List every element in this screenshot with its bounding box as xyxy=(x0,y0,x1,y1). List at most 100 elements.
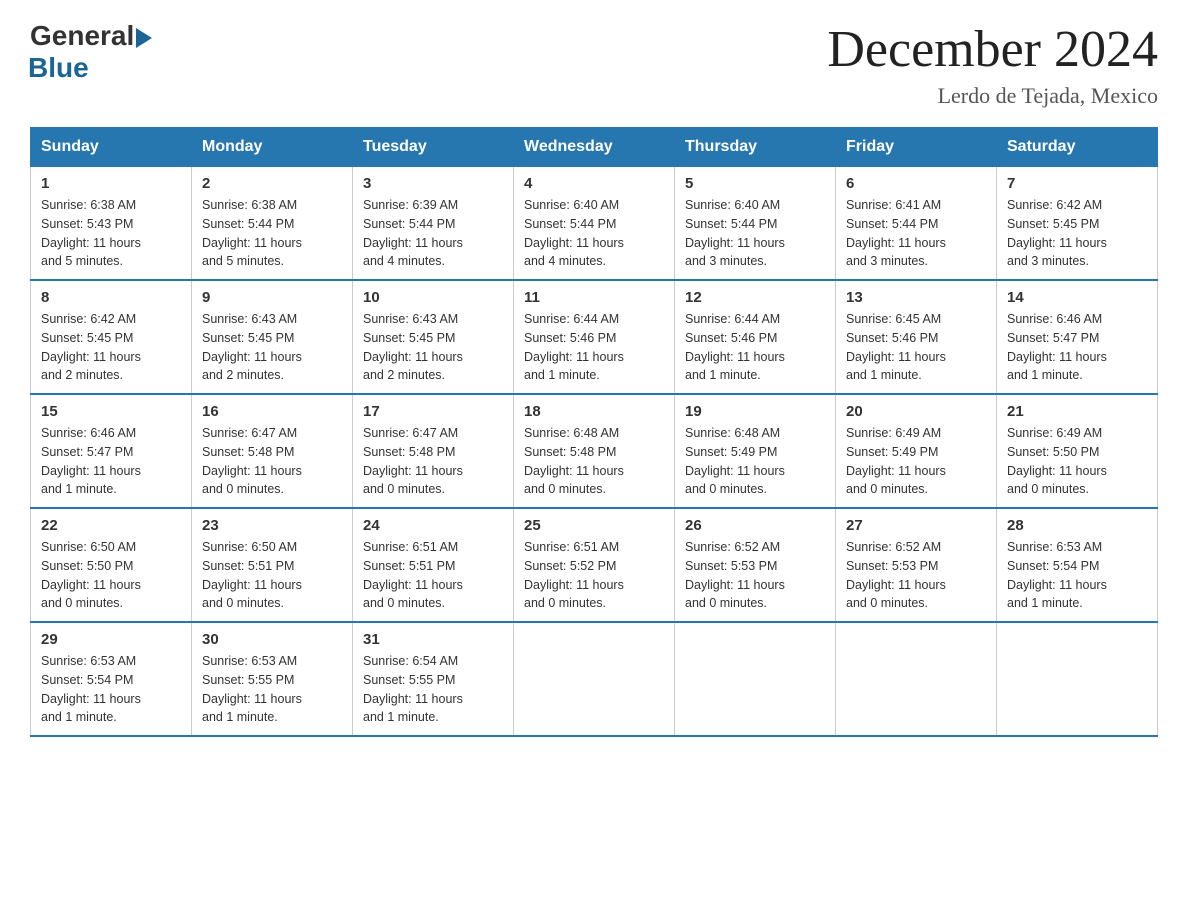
calendar-title: December 2024 xyxy=(827,20,1158,79)
day-cell: 21 Sunrise: 6:49 AMSunset: 5:50 PMDaylig… xyxy=(997,394,1158,508)
week-row-5: 29 Sunrise: 6:53 AMSunset: 5:54 PMDaylig… xyxy=(31,622,1158,736)
day-number: 10 xyxy=(363,289,503,306)
day-cell: 5 Sunrise: 6:40 AMSunset: 5:44 PMDayligh… xyxy=(675,167,836,281)
day-cell: 12 Sunrise: 6:44 AMSunset: 5:46 PMDaylig… xyxy=(675,280,836,394)
column-header-friday: Friday xyxy=(836,128,997,167)
page-header: General Blue December 2024 Lerdo de Teja… xyxy=(30,20,1158,109)
day-cell: 7 Sunrise: 6:42 AMSunset: 5:45 PMDayligh… xyxy=(997,167,1158,281)
day-number: 31 xyxy=(363,631,503,648)
day-cell: 11 Sunrise: 6:44 AMSunset: 5:46 PMDaylig… xyxy=(514,280,675,394)
day-cell: 9 Sunrise: 6:43 AMSunset: 5:45 PMDayligh… xyxy=(192,280,353,394)
day-info: Sunrise: 6:38 AMSunset: 5:44 PMDaylight:… xyxy=(202,196,342,271)
day-number: 9 xyxy=(202,289,342,306)
day-cell xyxy=(836,622,997,736)
day-info: Sunrise: 6:48 AMSunset: 5:48 PMDaylight:… xyxy=(524,424,664,499)
day-cell: 30 Sunrise: 6:53 AMSunset: 5:55 PMDaylig… xyxy=(192,622,353,736)
week-row-2: 8 Sunrise: 6:42 AMSunset: 5:45 PMDayligh… xyxy=(31,280,1158,394)
logo-blue-text: Blue xyxy=(28,52,89,84)
day-info: Sunrise: 6:42 AMSunset: 5:45 PMDaylight:… xyxy=(1007,196,1147,271)
day-number: 2 xyxy=(202,175,342,192)
day-number: 6 xyxy=(846,175,986,192)
day-number: 19 xyxy=(685,403,825,420)
day-info: Sunrise: 6:41 AMSunset: 5:44 PMDaylight:… xyxy=(846,196,986,271)
day-cell: 17 Sunrise: 6:47 AMSunset: 5:48 PMDaylig… xyxy=(353,394,514,508)
day-number: 12 xyxy=(685,289,825,306)
day-info: Sunrise: 6:46 AMSunset: 5:47 PMDaylight:… xyxy=(41,424,181,499)
calendar-table: SundayMondayTuesdayWednesdayThursdayFrid… xyxy=(30,127,1158,737)
day-info: Sunrise: 6:46 AMSunset: 5:47 PMDaylight:… xyxy=(1007,310,1147,385)
day-number: 21 xyxy=(1007,403,1147,420)
day-number: 26 xyxy=(685,517,825,534)
day-info: Sunrise: 6:50 AMSunset: 5:51 PMDaylight:… xyxy=(202,538,342,613)
day-number: 16 xyxy=(202,403,342,420)
day-info: Sunrise: 6:47 AMSunset: 5:48 PMDaylight:… xyxy=(202,424,342,499)
day-info: Sunrise: 6:52 AMSunset: 5:53 PMDaylight:… xyxy=(846,538,986,613)
day-number: 29 xyxy=(41,631,181,648)
day-info: Sunrise: 6:53 AMSunset: 5:55 PMDaylight:… xyxy=(202,652,342,727)
column-header-tuesday: Tuesday xyxy=(353,128,514,167)
day-number: 4 xyxy=(524,175,664,192)
title-section: December 2024 Lerdo de Tejada, Mexico xyxy=(827,20,1158,109)
day-cell: 26 Sunrise: 6:52 AMSunset: 5:53 PMDaylig… xyxy=(675,508,836,622)
day-number: 23 xyxy=(202,517,342,534)
day-cell: 4 Sunrise: 6:40 AMSunset: 5:44 PMDayligh… xyxy=(514,167,675,281)
day-info: Sunrise: 6:42 AMSunset: 5:45 PMDaylight:… xyxy=(41,310,181,385)
logo-general-text: General xyxy=(30,20,134,52)
day-info: Sunrise: 6:53 AMSunset: 5:54 PMDaylight:… xyxy=(1007,538,1147,613)
day-cell: 8 Sunrise: 6:42 AMSunset: 5:45 PMDayligh… xyxy=(31,280,192,394)
day-number: 27 xyxy=(846,517,986,534)
day-number: 13 xyxy=(846,289,986,306)
column-header-monday: Monday xyxy=(192,128,353,167)
day-cell: 2 Sunrise: 6:38 AMSunset: 5:44 PMDayligh… xyxy=(192,167,353,281)
day-info: Sunrise: 6:40 AMSunset: 5:44 PMDaylight:… xyxy=(685,196,825,271)
day-info: Sunrise: 6:49 AMSunset: 5:49 PMDaylight:… xyxy=(846,424,986,499)
day-cell: 6 Sunrise: 6:41 AMSunset: 5:44 PMDayligh… xyxy=(836,167,997,281)
day-info: Sunrise: 6:45 AMSunset: 5:46 PMDaylight:… xyxy=(846,310,986,385)
day-cell: 22 Sunrise: 6:50 AMSunset: 5:50 PMDaylig… xyxy=(31,508,192,622)
logo: General Blue xyxy=(30,20,152,84)
day-cell: 28 Sunrise: 6:53 AMSunset: 5:54 PMDaylig… xyxy=(997,508,1158,622)
column-header-thursday: Thursday xyxy=(675,128,836,167)
day-cell: 13 Sunrise: 6:45 AMSunset: 5:46 PMDaylig… xyxy=(836,280,997,394)
day-number: 14 xyxy=(1007,289,1147,306)
day-number: 7 xyxy=(1007,175,1147,192)
day-info: Sunrise: 6:52 AMSunset: 5:53 PMDaylight:… xyxy=(685,538,825,613)
day-cell: 25 Sunrise: 6:51 AMSunset: 5:52 PMDaylig… xyxy=(514,508,675,622)
day-info: Sunrise: 6:44 AMSunset: 5:46 PMDaylight:… xyxy=(685,310,825,385)
day-info: Sunrise: 6:54 AMSunset: 5:55 PMDaylight:… xyxy=(363,652,503,727)
day-number: 15 xyxy=(41,403,181,420)
week-row-4: 22 Sunrise: 6:50 AMSunset: 5:50 PMDaylig… xyxy=(31,508,1158,622)
day-info: Sunrise: 6:50 AMSunset: 5:50 PMDaylight:… xyxy=(41,538,181,613)
day-cell xyxy=(675,622,836,736)
day-number: 28 xyxy=(1007,517,1147,534)
day-info: Sunrise: 6:38 AMSunset: 5:43 PMDaylight:… xyxy=(41,196,181,271)
day-number: 20 xyxy=(846,403,986,420)
day-number: 3 xyxy=(363,175,503,192)
day-info: Sunrise: 6:53 AMSunset: 5:54 PMDaylight:… xyxy=(41,652,181,727)
day-cell: 29 Sunrise: 6:53 AMSunset: 5:54 PMDaylig… xyxy=(31,622,192,736)
calendar-subtitle: Lerdo de Tejada, Mexico xyxy=(827,83,1158,109)
day-cell xyxy=(514,622,675,736)
day-cell: 19 Sunrise: 6:48 AMSunset: 5:49 PMDaylig… xyxy=(675,394,836,508)
day-info: Sunrise: 6:43 AMSunset: 5:45 PMDaylight:… xyxy=(202,310,342,385)
week-row-3: 15 Sunrise: 6:46 AMSunset: 5:47 PMDaylig… xyxy=(31,394,1158,508)
day-number: 30 xyxy=(202,631,342,648)
day-number: 5 xyxy=(685,175,825,192)
column-header-sunday: Sunday xyxy=(31,128,192,167)
day-info: Sunrise: 6:49 AMSunset: 5:50 PMDaylight:… xyxy=(1007,424,1147,499)
day-number: 22 xyxy=(41,517,181,534)
day-info: Sunrise: 6:39 AMSunset: 5:44 PMDaylight:… xyxy=(363,196,503,271)
day-info: Sunrise: 6:40 AMSunset: 5:44 PMDaylight:… xyxy=(524,196,664,271)
day-number: 24 xyxy=(363,517,503,534)
day-cell: 14 Sunrise: 6:46 AMSunset: 5:47 PMDaylig… xyxy=(997,280,1158,394)
day-cell: 20 Sunrise: 6:49 AMSunset: 5:49 PMDaylig… xyxy=(836,394,997,508)
day-number: 1 xyxy=(41,175,181,192)
day-info: Sunrise: 6:47 AMSunset: 5:48 PMDaylight:… xyxy=(363,424,503,499)
week-row-1: 1 Sunrise: 6:38 AMSunset: 5:43 PMDayligh… xyxy=(31,167,1158,281)
day-number: 8 xyxy=(41,289,181,306)
day-cell: 23 Sunrise: 6:50 AMSunset: 5:51 PMDaylig… xyxy=(192,508,353,622)
day-cell: 15 Sunrise: 6:46 AMSunset: 5:47 PMDaylig… xyxy=(31,394,192,508)
column-header-saturday: Saturday xyxy=(997,128,1158,167)
day-info: Sunrise: 6:51 AMSunset: 5:51 PMDaylight:… xyxy=(363,538,503,613)
day-cell: 3 Sunrise: 6:39 AMSunset: 5:44 PMDayligh… xyxy=(353,167,514,281)
